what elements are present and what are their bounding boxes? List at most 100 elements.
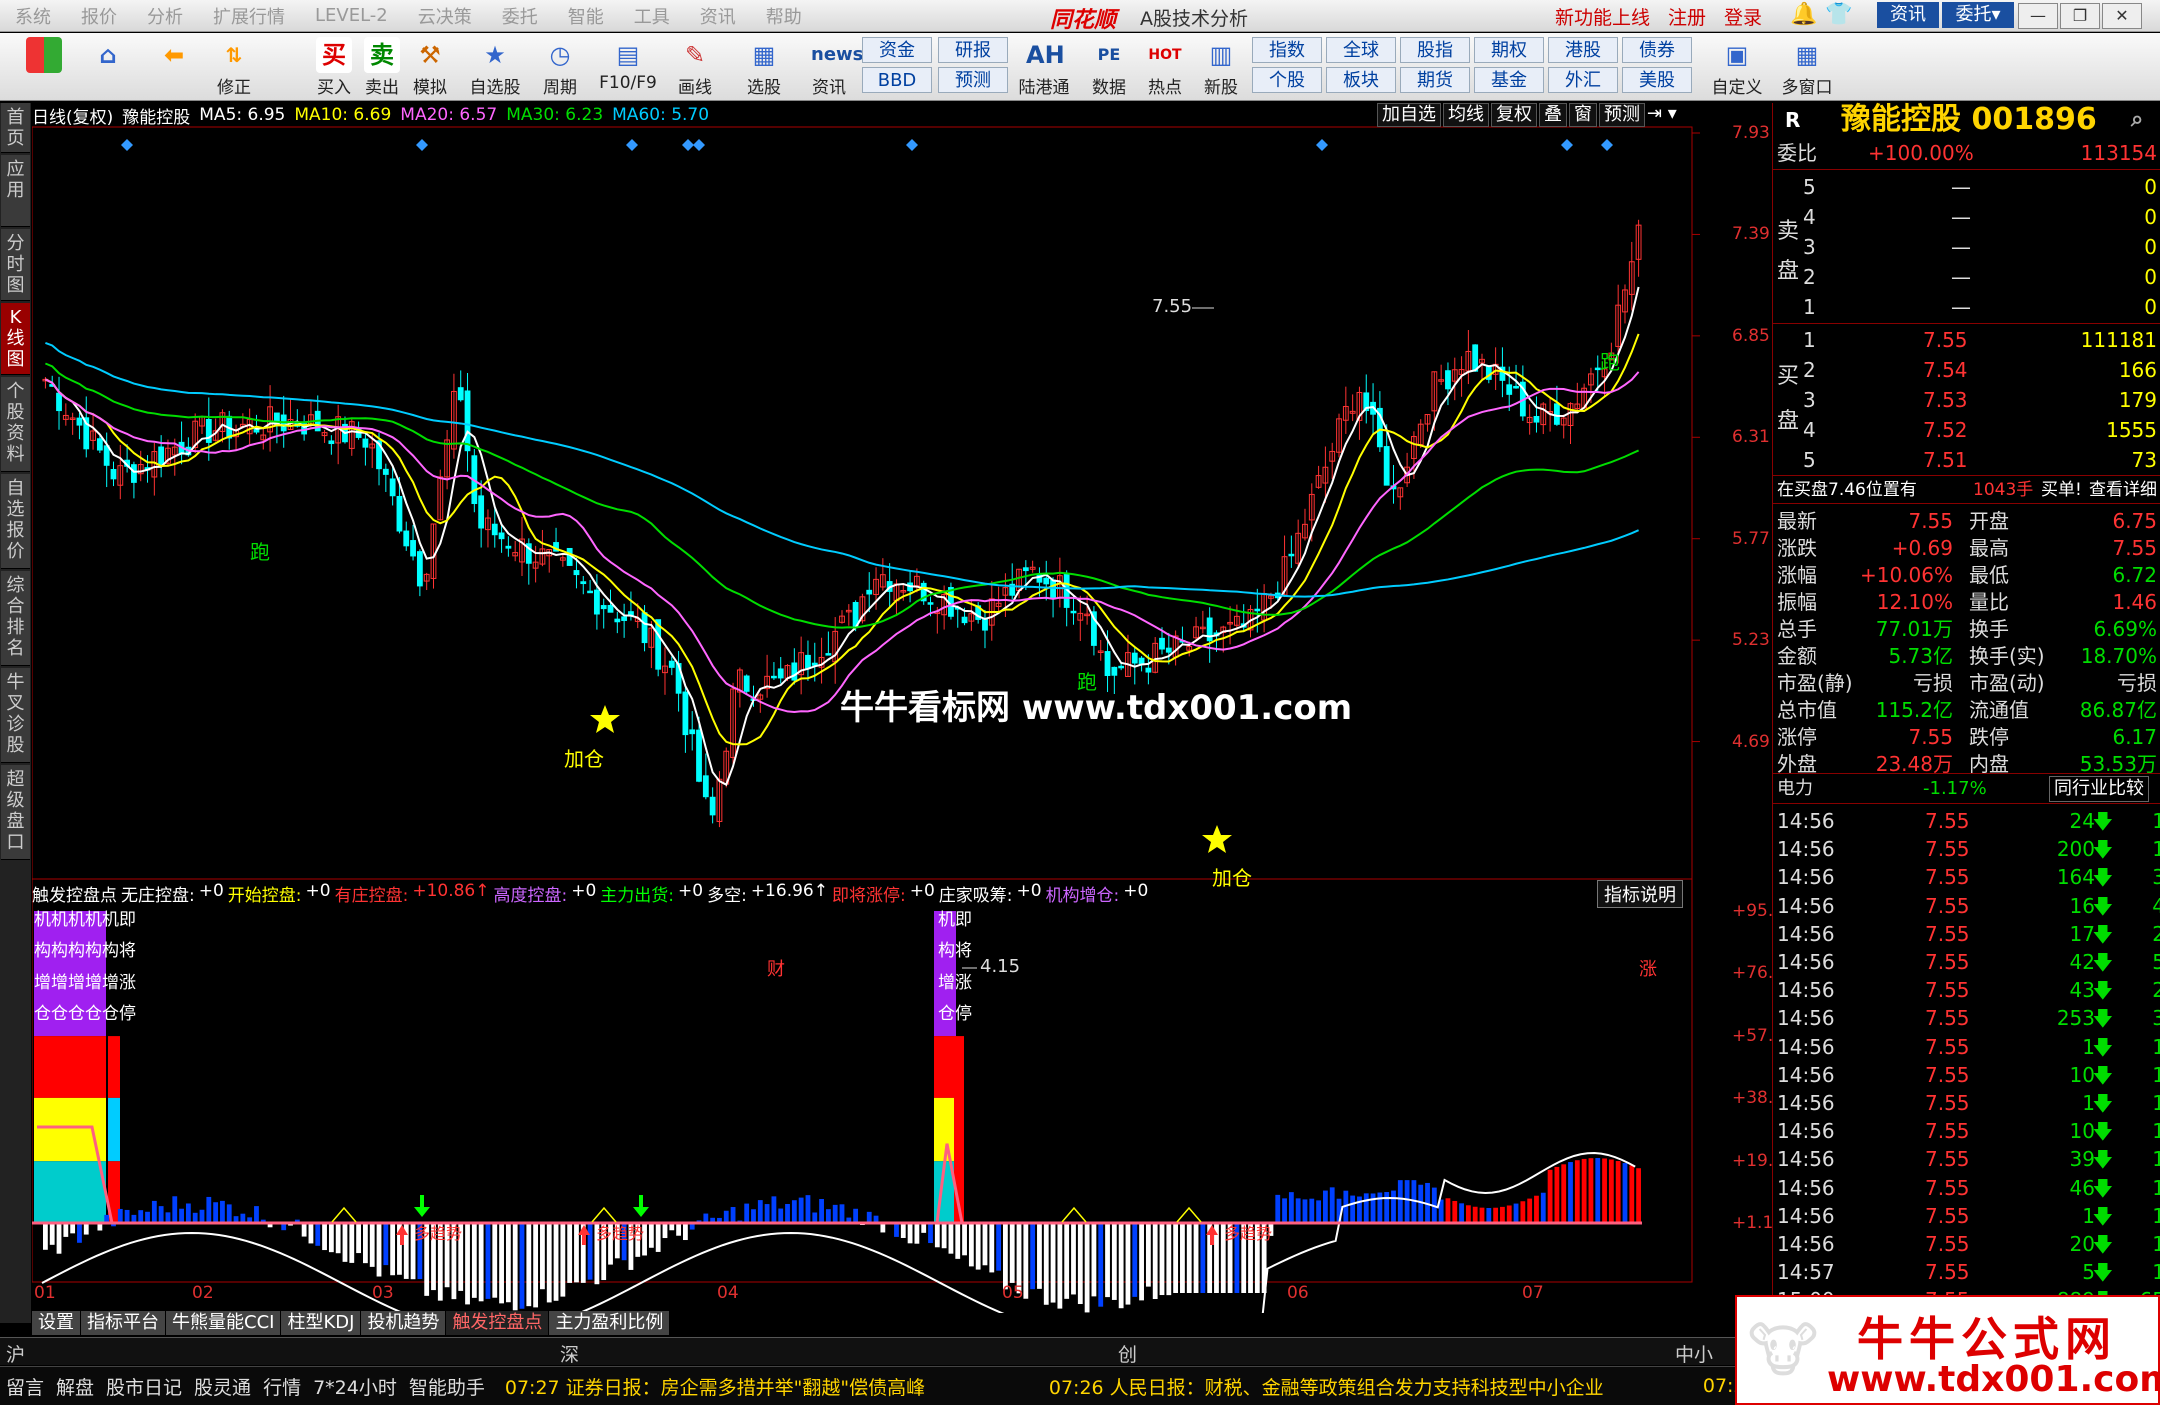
left-tab-2[interactable]: 分时图: [1, 229, 30, 301]
menu-item-5[interactable]: 云决策: [403, 3, 487, 29]
minimize-button[interactable]: —: [2018, 3, 2058, 29]
indicator-tab-0[interactable]: 设置: [32, 1311, 81, 1335]
ipo-button[interactable]: ▥ 新股: [1194, 35, 1248, 99]
data-button[interactable]: PE 数据: [1082, 35, 1136, 99]
index-label-1[interactable]: 深: [560, 1340, 579, 1367]
market-button-1[interactable]: 全球: [1326, 37, 1396, 63]
custom-button[interactable]: ▣ 自定义: [1705, 35, 1769, 99]
menu-item-6[interactable]: 委托: [487, 3, 553, 29]
sell-button[interactable]: 卖卖出: [358, 35, 406, 99]
shirt-icon[interactable]: 👕: [1825, 2, 1852, 27]
left-tab-7[interactable]: 牛叉诊股: [1, 668, 30, 763]
left-tab-6[interactable]: 综合排名: [1, 571, 30, 666]
chart-tool-1[interactable]: 均线: [1443, 103, 1489, 127]
index-label-3[interactable]: 中小: [1675, 1340, 1713, 1367]
search-icon[interactable]: ⌕: [2131, 103, 2143, 137]
menu-item-1[interactable]: 报价: [66, 3, 132, 29]
chart-tool-5[interactable]: 预测: [1599, 103, 1645, 127]
bell-icon[interactable]: 🔔: [1790, 2, 1817, 27]
fund-button[interactable]: 资金: [862, 37, 932, 63]
status-item-5[interactable]: 7*24小时: [313, 1373, 397, 1400]
indicator-tab-5[interactable]: 触发控盘点: [446, 1311, 550, 1335]
left-tab-3[interactable]: K线图: [1, 303, 30, 375]
left-tab-0[interactable]: 首页: [1, 103, 30, 153]
simulate-button[interactable]: ⚒ 模拟: [406, 35, 454, 99]
market-button-6[interactable]: 个股: [1252, 67, 1322, 93]
status-item-6[interactable]: 智能助手: [409, 1373, 485, 1400]
menu-item-8[interactable]: 工具: [619, 3, 685, 29]
news-menu-button[interactable]: 资讯: [1877, 2, 1939, 28]
menu-item-3[interactable]: 扩展行情: [198, 3, 300, 29]
menu-right-1[interactable]: 注册: [1668, 3, 1706, 30]
close-button[interactable]: ✕: [2102, 3, 2142, 29]
left-tab-4[interactable]: 个股资料: [1, 377, 30, 472]
multi-window-button[interactable]: ▦ 多窗口: [1775, 35, 1839, 99]
chart-tool-4[interactable]: 窗: [1569, 103, 1597, 127]
menu-right-2[interactable]: 登录: [1724, 3, 1762, 30]
watchlist-button[interactable]: ★ 自选股: [465, 35, 525, 99]
market-button-2[interactable]: 股指: [1400, 37, 1470, 63]
buy-button[interactable]: 买买入: [310, 35, 358, 99]
indicator-tab-6[interactable]: 主力盈利比例: [549, 1311, 671, 1335]
back-icon[interactable]: ⬅: [150, 35, 198, 99]
menu-item-2[interactable]: 分析: [132, 3, 198, 29]
expand-icon[interactable]: ⇥ ▾: [1647, 103, 1677, 124]
index-label-2[interactable]: 创: [1118, 1340, 1137, 1367]
market-button-10[interactable]: 外汇: [1548, 67, 1618, 93]
menu-item-4[interactable]: LEVEL-2: [300, 5, 403, 26]
correction-button[interactable]: ⇅ 修正: [210, 35, 258, 99]
menu-right-0[interactable]: 新功能上线: [1555, 3, 1650, 30]
news-ticker-1[interactable]: 07:27 证券日报：房企需多措并举"翻越"偿债高峰: [505, 1373, 1035, 1400]
indicator-tab-2[interactable]: 牛熊量能CCI: [166, 1311, 282, 1335]
market-button-4[interactable]: 港股: [1548, 37, 1618, 63]
restore-button[interactable]: ❐: [2060, 3, 2100, 29]
status-item-2[interactable]: 股市日记: [106, 1373, 182, 1400]
market-button-11[interactable]: 美股: [1622, 67, 1692, 93]
news-button[interactable]: news 资讯: [800, 35, 863, 99]
trade-menu-button[interactable]: 委托▾: [1942, 2, 2014, 28]
forecast-button[interactable]: 预测: [938, 67, 1008, 93]
status-item-0[interactable]: 留言: [6, 1373, 44, 1400]
menu-item-10[interactable]: 帮助: [751, 3, 817, 29]
research-button[interactable]: 研报: [938, 37, 1008, 63]
left-tab-8[interactable]: 超级盘口: [1, 765, 30, 860]
news-ticker-2[interactable]: 07:26 人民日报：财税、金融等政策组合发力支持科技型中小企业: [1049, 1373, 1689, 1400]
chart-tool-2[interactable]: 复权: [1491, 103, 1537, 127]
f10-button[interactable]: ▤ F10/F9: [593, 35, 663, 99]
chart-tool-3[interactable]: 叠: [1539, 103, 1567, 127]
status-item-4[interactable]: 行情: [263, 1373, 301, 1400]
indicator-tab-3[interactable]: 柱型KDJ: [281, 1311, 362, 1335]
menu-item-7[interactable]: 智能: [553, 3, 619, 29]
chart-tool-0[interactable]: 加自选: [1377, 103, 1441, 127]
left-tab-5[interactable]: 自选报价: [1, 474, 30, 569]
market-button-0[interactable]: 指数: [1252, 37, 1322, 63]
index-label-0[interactable]: 沪: [6, 1340, 25, 1367]
order-notice[interactable]: 在买盘7.46位置有 1043手 买单! 查看详细: [1773, 476, 2160, 504]
menu-item-0[interactable]: 系统: [0, 3, 66, 29]
market-button-5[interactable]: 债券: [1622, 37, 1692, 63]
stock-picker-button[interactable]: ▦ 选股: [735, 35, 793, 99]
market-button-8[interactable]: 期货: [1400, 67, 1470, 93]
left-tab-1[interactable]: 应用: [1, 155, 30, 227]
indicator-help-button[interactable]: 指标说明: [1597, 880, 1683, 908]
layout-icon[interactable]: [20, 35, 68, 99]
view-detail-link[interactable]: 查看详细: [2089, 476, 2157, 504]
status-item-1[interactable]: 解盘: [56, 1373, 94, 1400]
indicator-tab-4[interactable]: 投机趋势: [361, 1311, 447, 1335]
market-button-9[interactable]: 基金: [1474, 67, 1544, 93]
period-button[interactable]: ◷ 周期: [530, 35, 590, 99]
chart-tools: 加自选 均线 复权叠窗预测: [1377, 103, 1645, 127]
buy-level-row: 1 7.55 111181: [1773, 326, 2160, 354]
status-item-3[interactable]: 股灵通: [194, 1373, 251, 1400]
home-icon[interactable]: ⌂: [84, 35, 132, 99]
market-button-7[interactable]: 板块: [1326, 67, 1396, 93]
draw-line-button[interactable]: ✎ 画线: [666, 35, 724, 99]
bbd-button[interactable]: BBD: [862, 67, 932, 93]
hk-connect-button[interactable]: AH 陆港通: [1012, 35, 1076, 99]
market-button-3[interactable]: 期权: [1474, 37, 1544, 63]
period-label[interactable]: 日线(复权): [32, 103, 113, 128]
indicator-tab-1[interactable]: 指标平台: [81, 1311, 166, 1335]
hot-button[interactable]: HOT 热点: [1138, 35, 1192, 99]
menu-item-9[interactable]: 资讯: [685, 3, 751, 29]
industry-compare-button[interactable]: 同行业比较: [2049, 776, 2149, 802]
